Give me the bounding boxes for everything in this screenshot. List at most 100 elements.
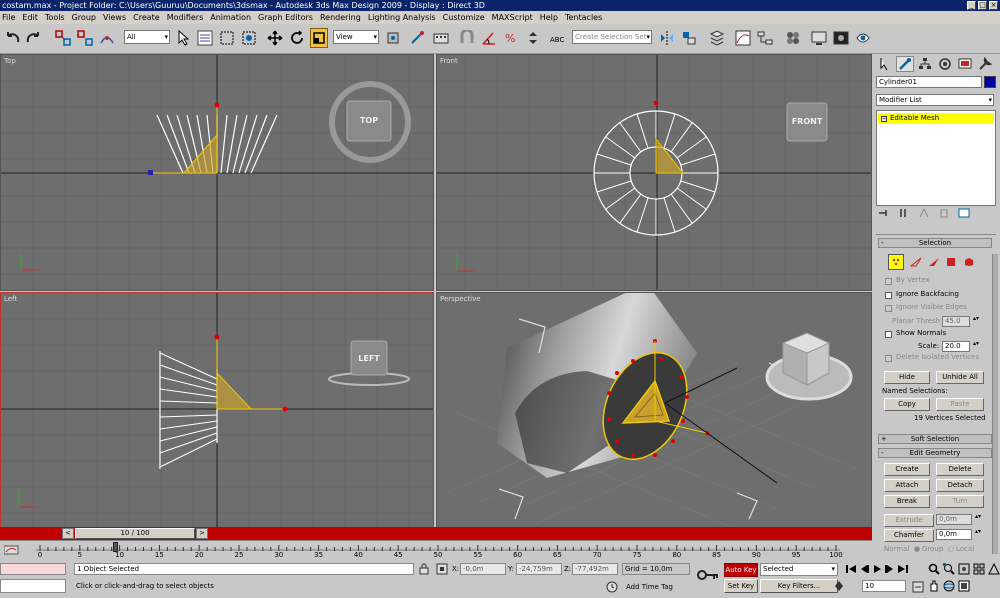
element-subobject-icon[interactable] [964, 254, 976, 270]
time-slider[interactable]: < 10 / 100 > [0, 527, 872, 540]
menu-modifiers[interactable]: Modifiers [167, 13, 204, 22]
local-radio-label[interactable]: Local [956, 545, 974, 553]
key-mode-toggle-icon[interactable] [834, 580, 844, 592]
select-and-manipulate-icon[interactable] [408, 28, 426, 48]
rendered-frame-window-icon[interactable] [832, 28, 850, 48]
menu-views[interactable]: Views [103, 13, 126, 22]
go-to-end-icon[interactable] [898, 564, 908, 576]
zoom-extents-all-icon[interactable] [973, 563, 985, 577]
chamfer-button[interactable]: Chamfer [884, 529, 934, 542]
select-and-rotate-icon[interactable] [288, 28, 306, 48]
pivot-center-icon[interactable] [384, 28, 402, 48]
lock-selection-icon[interactable] [418, 563, 430, 575]
go-to-start-icon[interactable] [846, 564, 856, 576]
field-of-view-icon[interactable] [988, 562, 1000, 577]
select-object-icon[interactable] [174, 28, 192, 48]
turn-button[interactable]: Turn [936, 495, 984, 508]
select-and-link-icon[interactable] [54, 28, 72, 48]
by-vertex-checkbox[interactable] [885, 278, 892, 285]
select-and-move-icon[interactable] [266, 28, 284, 48]
time-slider-thumb[interactable]: 10 / 100 [75, 528, 195, 539]
viewcube-face[interactable]: LEFT [351, 354, 387, 363]
chamfer-spinner[interactable]: 0,0m [936, 529, 972, 540]
current-frame-field[interactable]: 10 [862, 580, 906, 592]
viewport-left[interactable]: Left LEFT [0, 292, 434, 528]
track-bar[interactable]: 0 5 10 15 20 25 30 35 40 45 50 55 60 65 70 75 80 85 90 95 10… [0, 540, 872, 559]
scale-spinner[interactable]: 20.0 [942, 341, 970, 352]
menu-help[interactable]: Help [540, 13, 558, 22]
undo-icon[interactable] [4, 28, 22, 48]
set-key-button[interactable]: Set Key [724, 579, 758, 593]
zoom-extents-icon[interactable] [958, 563, 970, 577]
mirror-icon[interactable] [658, 28, 676, 48]
keyboard-shortcut-override-icon[interactable] [432, 28, 450, 48]
select-by-name-icon[interactable] [196, 28, 214, 48]
menu-create[interactable]: Create [133, 13, 160, 22]
key-filters-button[interactable]: Key Filters... [760, 579, 838, 593]
redo-icon[interactable] [24, 28, 42, 48]
edge-subobject-icon[interactable] [910, 254, 922, 270]
menu-tools[interactable]: Tools [45, 13, 65, 22]
attach-button[interactable]: Attach [884, 479, 930, 492]
soft-selection-rollout-header[interactable]: + Soft Selection [878, 434, 992, 444]
render-setup-icon[interactable] [810, 28, 828, 48]
layer-manager-icon[interactable] [708, 28, 726, 48]
spinner-arrows-icon[interactable]: ▴▾ [975, 513, 981, 520]
time-configuration-icon[interactable] [912, 581, 924, 593]
viewport-front[interactable]: Front FRONT [436, 54, 872, 291]
play-icon[interactable] [872, 564, 882, 576]
material-editor-icon[interactable] [784, 28, 802, 48]
maximize-viewport-icon[interactable] [958, 580, 970, 594]
auto-key-button[interactable]: Auto Key [724, 563, 758, 577]
remove-modifier-icon[interactable] [938, 208, 950, 220]
group-radio-icon[interactable]: ● [914, 545, 920, 553]
extrude-button[interactable]: Extrude [884, 514, 934, 527]
stack-item-editable-mesh[interactable]: + Editable Mesh [878, 113, 994, 124]
schematic-view-icon[interactable] [756, 28, 774, 48]
utilities-tab-icon[interactable] [976, 56, 994, 72]
percent-snap-icon[interactable]: % [502, 28, 520, 48]
maximize-button[interactable]: □ [978, 1, 987, 10]
create-button[interactable]: Create [884, 463, 930, 476]
key-icon[interactable] [696, 568, 720, 582]
modify-tab-icon[interactable] [896, 56, 914, 72]
extrude-spinner[interactable]: 0,0m [936, 514, 972, 525]
viewcube-face[interactable]: TOP [349, 116, 389, 125]
menu-group[interactable]: Group [72, 13, 96, 22]
time-tag-icon[interactable] [606, 581, 618, 593]
vertex-subobject-icon[interactable] [888, 254, 904, 270]
spinner-arrows-icon[interactable]: ▴▾ [975, 528, 981, 535]
unhide-all-button[interactable]: Unhide All [936, 371, 984, 384]
next-frame-icon[interactable] [885, 564, 895, 576]
curve-editor-icon[interactable] [734, 28, 752, 48]
align-icon[interactable] [680, 28, 698, 48]
make-unique-icon[interactable] [918, 207, 930, 220]
group-radio-label[interactable]: Group [922, 545, 943, 553]
zoom-all-icon[interactable] [943, 563, 955, 577]
select-and-scale-icon[interactable] [310, 28, 328, 48]
expand-icon[interactable]: + [881, 116, 887, 122]
modifier-list-dropdown[interactable]: Modifier List ▾ [876, 94, 994, 106]
z-coordinate-field[interactable]: -77,492m [572, 563, 618, 575]
edit-named-selection-icon[interactable]: ABC [548, 28, 566, 48]
break-button[interactable]: Break [884, 495, 930, 508]
menu-tentacles[interactable]: Tentacles [565, 13, 602, 22]
window-crossing-icon[interactable] [240, 28, 258, 48]
x-coordinate-field[interactable]: -0,0m [460, 563, 506, 575]
delete-button[interactable]: Delete [936, 463, 984, 476]
spinner-snap-icon[interactable] [524, 28, 542, 48]
named-selection-sets-dropdown[interactable]: Create Selection Set ▾ [572, 30, 652, 44]
bind-space-warp-icon[interactable] [98, 28, 116, 48]
rectangular-selection-region-icon[interactable] [218, 28, 236, 48]
minimize-button[interactable]: _ [967, 1, 976, 10]
selection-rollout-header[interactable]: - Selection [878, 238, 992, 248]
hide-button[interactable]: Hide [884, 371, 930, 384]
copy-button[interactable]: Copy [884, 398, 930, 411]
spinner-arrows-icon[interactable]: ▴▾ [973, 315, 979, 322]
menu-edit[interactable]: Edit [22, 13, 38, 22]
spinner-arrows-icon[interactable]: ▴▾ [973, 340, 979, 347]
add-time-tag-label[interactable]: Add Time Tag [626, 583, 673, 591]
polygon-subobject-icon[interactable] [946, 254, 958, 270]
object-name-field[interactable]: Cylinder01 [876, 76, 982, 88]
menu-lighting-analysis[interactable]: Lighting Analysis [368, 13, 436, 22]
